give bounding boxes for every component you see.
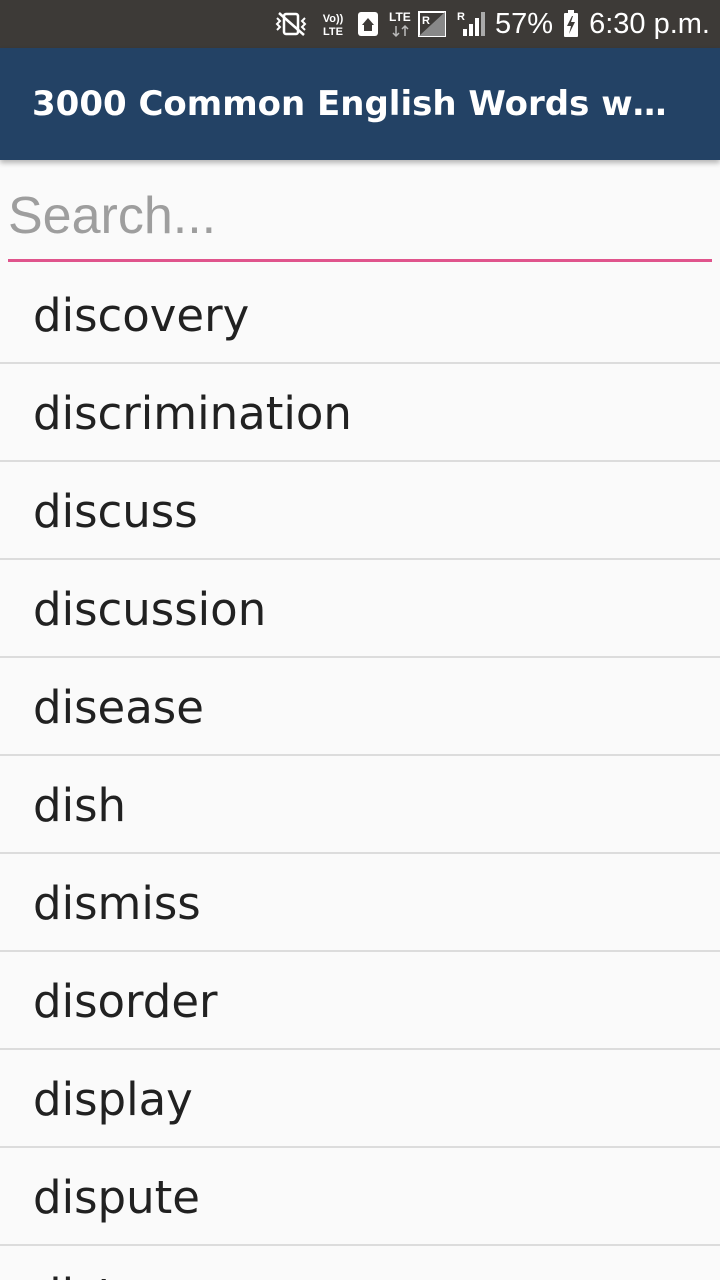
list-item-label: disorder — [33, 974, 218, 1028]
clock: 6:30 p.m. — [589, 8, 710, 40]
roaming-label-b: R — [457, 11, 465, 23]
roaming-label-a: R — [422, 15, 430, 27]
list-item[interactable]: dispute — [0, 1148, 720, 1246]
list-item[interactable]: display — [0, 1050, 720, 1148]
list-item[interactable]: discuss — [0, 462, 720, 560]
volte-label-bottom: LTE — [323, 26, 343, 38]
list-item-label: display — [33, 1072, 193, 1126]
lte-label: LTE — [389, 10, 411, 24]
list-item[interactable]: disorder — [0, 952, 720, 1050]
home-data-icon — [357, 11, 379, 37]
vibrate-mute-icon — [273, 11, 309, 37]
battery-percent: 57% — [495, 8, 554, 40]
search-bar — [8, 180, 712, 262]
list-item-label: dismiss — [33, 876, 201, 930]
list-item[interactable]: dish — [0, 756, 720, 854]
status-icons: Vo)) LTE LTE R R 57% 6:30 p.m. — [273, 0, 710, 48]
list-item[interactable]: discussion — [0, 560, 720, 658]
list-item-label: discuss — [33, 484, 198, 538]
lte-roaming-signal-icon: LTE R — [389, 9, 447, 39]
list-item-label: distance — [33, 1271, 224, 1280]
volte-icon: Vo)) LTE — [319, 10, 347, 38]
list-item-label: dispute — [33, 1170, 200, 1224]
list-item-label: disease — [33, 680, 204, 734]
list-item[interactable]: dismiss — [0, 854, 720, 952]
battery-charging-icon — [563, 10, 579, 38]
search-input[interactable] — [8, 180, 712, 262]
word-list[interactable]: discovery discrimination discuss discussion… — [0, 266, 720, 1280]
app-bar: 3000 Common English Words with Meaning — [0, 48, 720, 160]
roaming-signal-icon: R — [457, 9, 486, 39]
app-title: 3000 Common English Words with Meaning — [32, 84, 672, 124]
list-item[interactable]: disease — [0, 658, 720, 756]
list-item-label: discussion — [33, 582, 267, 636]
list-item-label: dish — [33, 778, 127, 832]
volte-label-top: Vo)) — [323, 13, 344, 25]
status-bar: Vo)) LTE LTE R R 57% 6:30 p.m. — [0, 0, 720, 48]
list-item-label: discrimination — [33, 386, 352, 440]
list-item[interactable]: discovery — [0, 266, 720, 364]
list-item-label: discovery — [33, 288, 250, 342]
list-item[interactable]: discrimination — [0, 364, 720, 462]
list-item[interactable]: distance — [0, 1246, 720, 1280]
